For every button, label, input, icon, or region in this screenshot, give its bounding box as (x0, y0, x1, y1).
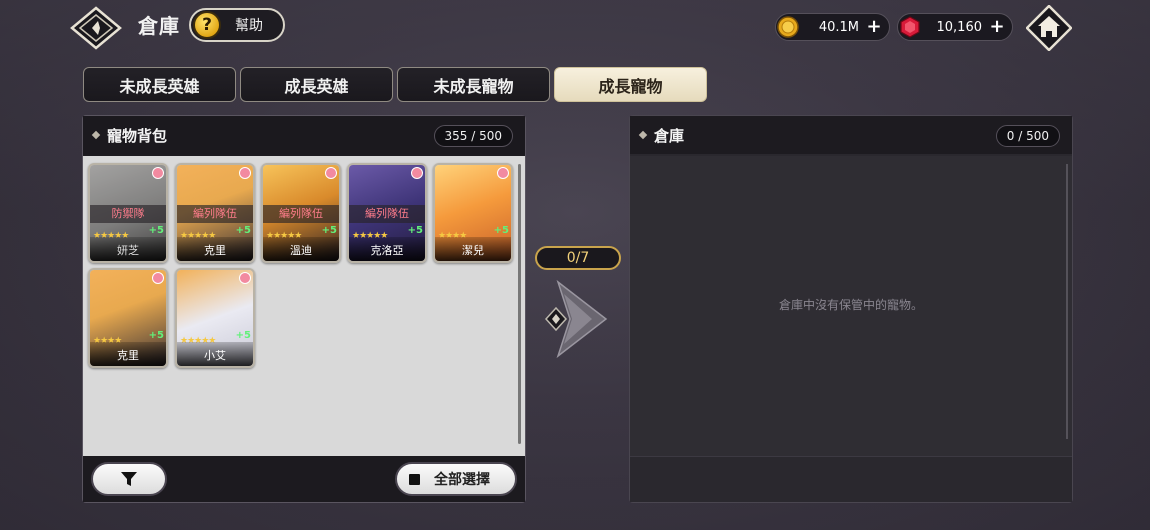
tab-ungrown-pets[interactable]: 未成長寵物 (397, 67, 550, 102)
question-icon: ? (193, 11, 221, 39)
select-all-label: 全部選擇 (434, 472, 490, 488)
help-label: 幫助 (235, 18, 263, 34)
element-badge-icon (152, 272, 164, 284)
coin-icon (777, 16, 799, 38)
pet-enhance-level: +5 (321, 225, 337, 236)
gem-value: 10,160 (936, 19, 983, 35)
home-button[interactable] (1025, 4, 1073, 52)
pet-status-tag: 編列隊伍 (177, 205, 253, 223)
pet-card[interactable]: ★★★★★ +5 小艾 (175, 268, 255, 368)
element-badge-icon (411, 167, 423, 179)
element-badge-icon (152, 167, 164, 179)
transfer-arrow-icon (544, 279, 608, 359)
transfer-count: 0/7 (535, 246, 621, 270)
pet-card[interactable]: 防禦隊 ★★★★★ +5 妍芝 (88, 163, 168, 263)
pet-name: 克里 (177, 237, 253, 261)
tab-grown-pets[interactable]: 成長寵物 (554, 67, 707, 102)
select-all-button[interactable]: 全部選擇 (395, 462, 517, 496)
add-gold-button[interactable]: + (865, 18, 883, 36)
warehouse-footer (630, 456, 1072, 502)
element-badge-icon (239, 272, 251, 284)
pet-name: 潔兒 (435, 237, 511, 261)
gold-value: 40.1M (818, 19, 859, 35)
select-all-checkbox[interactable] (409, 473, 420, 485)
pet-card[interactable]: ★★★★ +5 潔兒 (433, 163, 513, 263)
filter-button[interactable] (91, 462, 167, 496)
pet-bag-count: 355 / 500 (433, 125, 513, 147)
pet-enhance-level: +5 (493, 225, 509, 236)
tab-ungrown-heroes[interactable]: 未成長英雄 (83, 67, 236, 102)
transfer-button[interactable] (540, 278, 612, 360)
page-title: 倉庫 (138, 14, 180, 38)
back-arrow-icon (70, 6, 122, 50)
pet-enhance-level: +5 (235, 225, 251, 236)
pet-card[interactable]: 編列隊伍 ★★★★★ +5 克洛亞 (347, 163, 427, 263)
help-button[interactable]: ? 幫助 (189, 8, 285, 42)
warehouse-scrollbar[interactable] (1066, 164, 1068, 439)
pet-status-tag: 防禦隊 (90, 205, 166, 223)
pet-enhance-level: +5 (148, 330, 164, 341)
pet-name: 妍芝 (90, 237, 166, 261)
home-icon (1025, 4, 1073, 52)
diamond-icon (638, 130, 648, 140)
pet-name: 克洛亞 (349, 237, 425, 261)
pet-name: 小艾 (177, 342, 253, 366)
warehouse-count: 0 / 500 (995, 125, 1060, 147)
gold-currency: 40.1M + (775, 13, 890, 41)
pet-enhance-level: +5 (148, 225, 164, 236)
warehouse-title: 倉庫 (654, 126, 685, 145)
element-badge-icon (497, 167, 509, 179)
warehouse-grid: 倉庫中沒有保管中的寵物。 (630, 156, 1072, 456)
pet-enhance-level: +5 (235, 330, 251, 341)
pet-enhance-level: +5 (407, 225, 423, 236)
pet-card[interactable]: 編列隊伍 ★★★★★ +5 克里 (175, 163, 255, 263)
back-button[interactable] (70, 6, 122, 50)
pet-bag-header: 寵物背包 355 / 500 (83, 116, 525, 154)
warehouse-panel: 倉庫 0 / 500 倉庫中沒有保管中的寵物。 (629, 115, 1073, 503)
pet-card[interactable]: ★★★★ +5 克里 (88, 268, 168, 368)
pet-bag-footer: 全部選擇 (83, 456, 525, 502)
filter-icon (121, 472, 137, 486)
element-badge-icon (239, 167, 251, 179)
diamond-icon (91, 130, 101, 140)
pet-name: 溫迪 (263, 237, 339, 261)
warehouse-empty-message: 倉庫中沒有保管中的寵物。 (778, 298, 923, 312)
pet-status-tag: 編列隊伍 (349, 205, 425, 223)
pet-status-tag: 編列隊伍 (263, 205, 339, 223)
pet-card[interactable]: 編列隊伍 ★★★★★ +5 溫迪 (261, 163, 341, 263)
pet-bag-title: 寵物背包 (107, 126, 168, 145)
pet-name: 克里 (90, 342, 166, 366)
pet-grid-scrollbar[interactable] (518, 164, 521, 444)
warehouse-header: 倉庫 0 / 500 (630, 116, 1072, 154)
element-badge-icon (325, 167, 337, 179)
ruby-icon (900, 16, 920, 38)
gem-currency: 10,160 + (897, 13, 1013, 41)
add-gem-button[interactable]: + (988, 18, 1006, 36)
tab-grown-heroes[interactable]: 成長英雄 (240, 67, 393, 102)
